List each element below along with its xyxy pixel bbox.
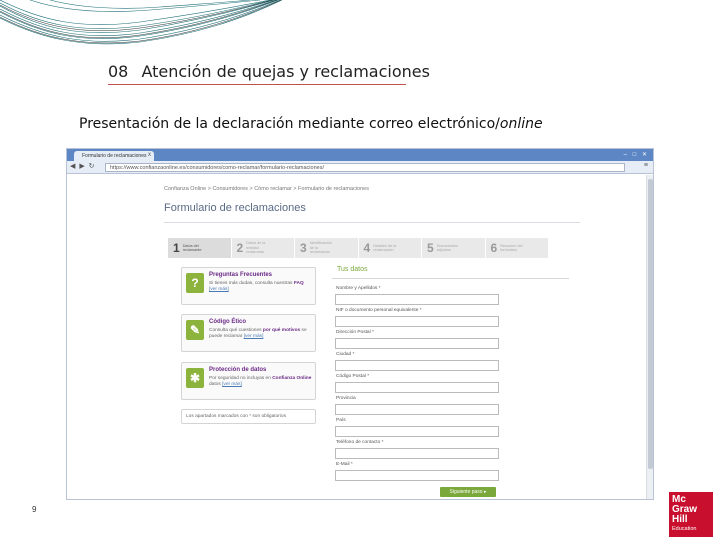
menu-icon[interactable]: ≡ bbox=[644, 162, 648, 169]
data-protection-box[interactable]: ✱ Protección de datos Por seguridad no i… bbox=[181, 362, 316, 400]
page-number: 9 bbox=[32, 505, 37, 514]
faq-title: Preguntas Frecuentes bbox=[209, 272, 273, 278]
tab-title: Formulario de reclamaciones bbox=[82, 153, 147, 159]
step-label: Resumen del formulario bbox=[500, 243, 523, 253]
data-protection-description: Por seguridad no incluyas en bbox=[209, 376, 271, 381]
arrow-right-icon: ▸ bbox=[483, 489, 487, 495]
data-protection-text: Por seguridad no incluyas en Confianza O… bbox=[209, 376, 313, 388]
step-progress: 1 Datos del reclamante 2 Datos de la entid… bbox=[168, 238, 549, 258]
faq-description: Si tienes más dudas, consulta nuestras bbox=[209, 281, 293, 286]
chapter-title: Atención de quejas y reclamaciones bbox=[141, 62, 430, 81]
subtitle-italic: online bbox=[499, 116, 543, 132]
chapter-heading: 08 Atención de quejas y reclamaciones bbox=[108, 62, 430, 81]
ethics-more-link[interactable]: [ver más] bbox=[244, 334, 264, 339]
chapter-underline bbox=[108, 84, 406, 85]
section-divider bbox=[332, 278, 569, 279]
faq-more-link[interactable]: [ver más] bbox=[209, 287, 229, 292]
ethics-code-box[interactable]: ✎ Código Ético Consulta qué cuestiones p… bbox=[181, 314, 316, 352]
postal-code-input[interactable] bbox=[335, 382, 499, 393]
subtitle-main: Presentación de la declaración mediante … bbox=[79, 116, 500, 132]
city-input[interactable] bbox=[335, 360, 499, 371]
breadcrumb[interactable]: Confianza Online > Consumidores > Cómo r… bbox=[164, 186, 369, 192]
wave-pattern-decoration bbox=[0, 0, 283, 45]
country-input[interactable] bbox=[335, 426, 499, 437]
address-bar-row: ◀ ▶ ↻ https://www.confianzaonline.es/con… bbox=[67, 161, 653, 174]
postal-code-label: Código Postal * bbox=[336, 374, 370, 379]
browser-window: Formulario de reclamaciones x – □ ✕ ◀ ▶ … bbox=[66, 148, 654, 500]
faq-text: Si tienes más dudas, consulta nuestras F… bbox=[209, 281, 313, 293]
browser-tab[interactable]: Formulario de reclamaciones x bbox=[74, 151, 154, 161]
slide-subtitle: Presentación de la declaración mediante … bbox=[79, 116, 543, 132]
ethics-description: Consulta qué cuestiones bbox=[209, 328, 262, 333]
step-6[interactable]: 6 Resumen del formulario bbox=[486, 238, 549, 258]
email-label: E-Mail * bbox=[336, 462, 353, 467]
step-2[interactable]: 2 Datos de la entidad reclamada bbox=[232, 238, 295, 258]
scrollbar[interactable] bbox=[646, 175, 653, 499]
nif-label: NIF o documento personal equivalente * bbox=[336, 308, 422, 313]
step-number: 2 bbox=[236, 241, 244, 255]
logo-line-4: Education bbox=[672, 526, 697, 532]
ethics-text: Consulta qué cuestiones por qué motivos … bbox=[209, 328, 313, 340]
step-3[interactable]: 3 Identificación de la reclamación bbox=[295, 238, 359, 258]
step-label: Detalles de la reclamación bbox=[373, 243, 397, 253]
email-field[interactable] bbox=[335, 470, 499, 481]
close-tab-icon[interactable]: x bbox=[148, 152, 151, 158]
step-label: Datos de la entidad reclamada bbox=[246, 241, 266, 255]
form-title: Formulario de reclamaciones bbox=[164, 202, 306, 214]
step-number: 1 bbox=[173, 241, 180, 255]
next-step-label: Siguiente paso bbox=[449, 489, 483, 495]
tab-bar: Formulario de reclamaciones x – □ ✕ bbox=[67, 149, 653, 161]
shield-icon: ✱ bbox=[186, 368, 204, 388]
ethics-title: Código Ético bbox=[209, 319, 246, 325]
faq-highlight: FAQ bbox=[293, 281, 304, 286]
ethics-highlight: por qué motivos bbox=[262, 328, 301, 333]
phone-input[interactable] bbox=[335, 448, 499, 459]
title-divider bbox=[164, 222, 580, 223]
city-label: Ciudad * bbox=[336, 352, 355, 357]
phone-label: Teléfono de contacto * bbox=[336, 440, 384, 445]
step-4[interactable]: 4 Detalles de la reclamación bbox=[359, 238, 422, 258]
required-fields-note: Los apartados marcados con * son obligat… bbox=[181, 409, 316, 424]
page-viewport: Confianza Online > Consumidores > Cómo r… bbox=[67, 175, 647, 499]
step-1[interactable]: 1 Datos del reclamante bbox=[168, 238, 232, 258]
step-label: Documentos adjuntos bbox=[436, 243, 459, 253]
pencil-icon: ✎ bbox=[186, 320, 204, 340]
faq-box[interactable]: ? Preguntas Frecuentes Si tienes más dud… bbox=[181, 267, 316, 305]
name-input[interactable] bbox=[335, 294, 499, 305]
nif-input[interactable] bbox=[335, 316, 499, 327]
address-field[interactable] bbox=[335, 338, 499, 349]
province-input[interactable] bbox=[335, 404, 499, 415]
step-5[interactable]: 5 Documentos adjuntos bbox=[422, 238, 486, 258]
step-number: 6 bbox=[490, 241, 498, 255]
question-icon: ? bbox=[186, 273, 204, 293]
step-label: Identificación de la reclamación bbox=[309, 241, 332, 255]
country-label: País bbox=[336, 418, 346, 423]
address-label: Dirección Postal * bbox=[336, 330, 374, 335]
chapter-number: 08 bbox=[108, 62, 129, 81]
step-number: 3 bbox=[300, 241, 307, 255]
logo-line-3: Hill bbox=[672, 514, 688, 525]
step-number: 5 bbox=[427, 241, 434, 255]
next-step-button[interactable]: Siguiente paso ▸ bbox=[440, 487, 496, 497]
data-protection-more-link[interactable]: [ver más] bbox=[222, 382, 242, 387]
step-number: 4 bbox=[363, 241, 371, 255]
step-label: Datos del reclamante bbox=[182, 243, 202, 253]
navigation-icons[interactable]: ◀ ▶ ↻ bbox=[70, 162, 96, 170]
slide: 08 Atención de quejas y reclamaciones Pr… bbox=[0, 0, 720, 540]
data-protection-title: Protección de datos bbox=[209, 367, 267, 373]
data-protection-highlight: Confianza Online bbox=[272, 376, 312, 381]
mcgraw-hill-logo: Mc Graw Hill Education bbox=[669, 492, 713, 537]
address-input[interactable]: https://www.confianzaonline.es/consumido… bbox=[105, 163, 625, 172]
window-controls[interactable]: – □ ✕ bbox=[624, 151, 649, 158]
section-title: Tus datos bbox=[337, 266, 368, 273]
province-label: Provincia bbox=[336, 396, 356, 401]
data-protection-description-end: datos bbox=[209, 382, 221, 387]
name-label: Nombre y Apellidos * bbox=[336, 286, 381, 291]
scrollbar-thumb[interactable] bbox=[648, 179, 653, 469]
